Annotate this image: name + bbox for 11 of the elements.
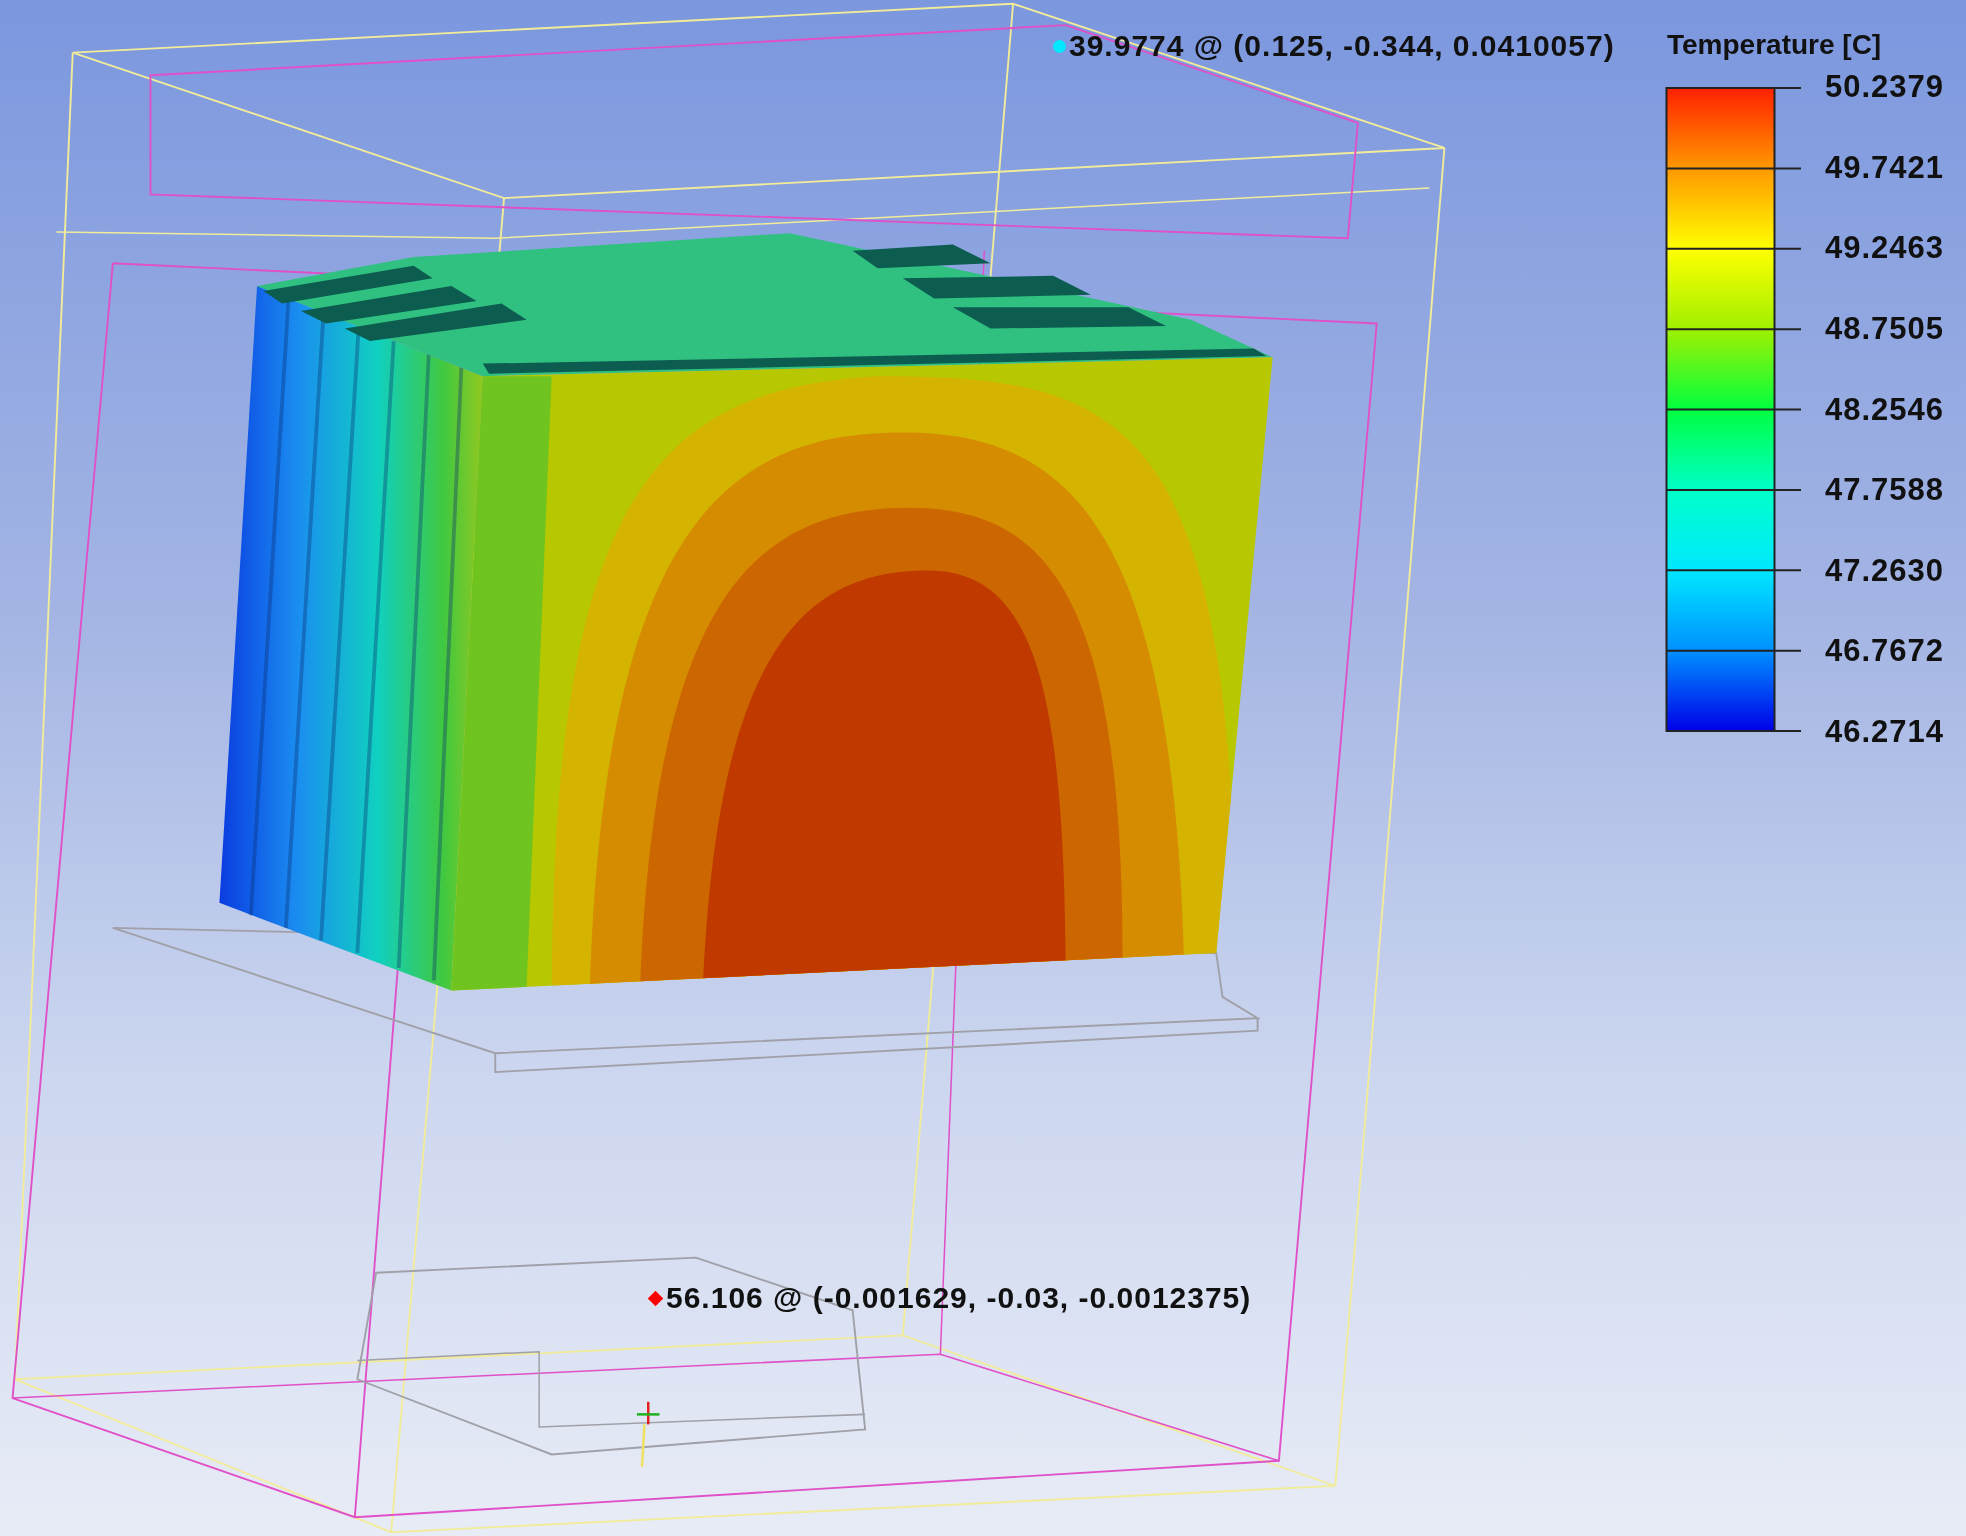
legend-tick-label: 47.7588 [1825,475,1945,506]
legend-tick-label: 46.7672 [1825,636,1945,667]
legend-title: Temperature [C] [1667,29,1883,61]
legend-tick-label: 46.2714 [1825,717,1945,747]
legend-tick-label: 47.2630 [1825,555,1945,586]
legend-tick-label: 48.7505 [1825,313,1945,344]
axis-triad-icon [636,1401,660,1468]
legend-tick-label: 49.7421 [1825,152,1945,183]
legend-tick-label: 48.2546 [1825,394,1945,425]
legend-tick-label: 50.2379 [1825,72,1945,102]
legend-tick-label: 49.2463 [1825,233,1945,264]
